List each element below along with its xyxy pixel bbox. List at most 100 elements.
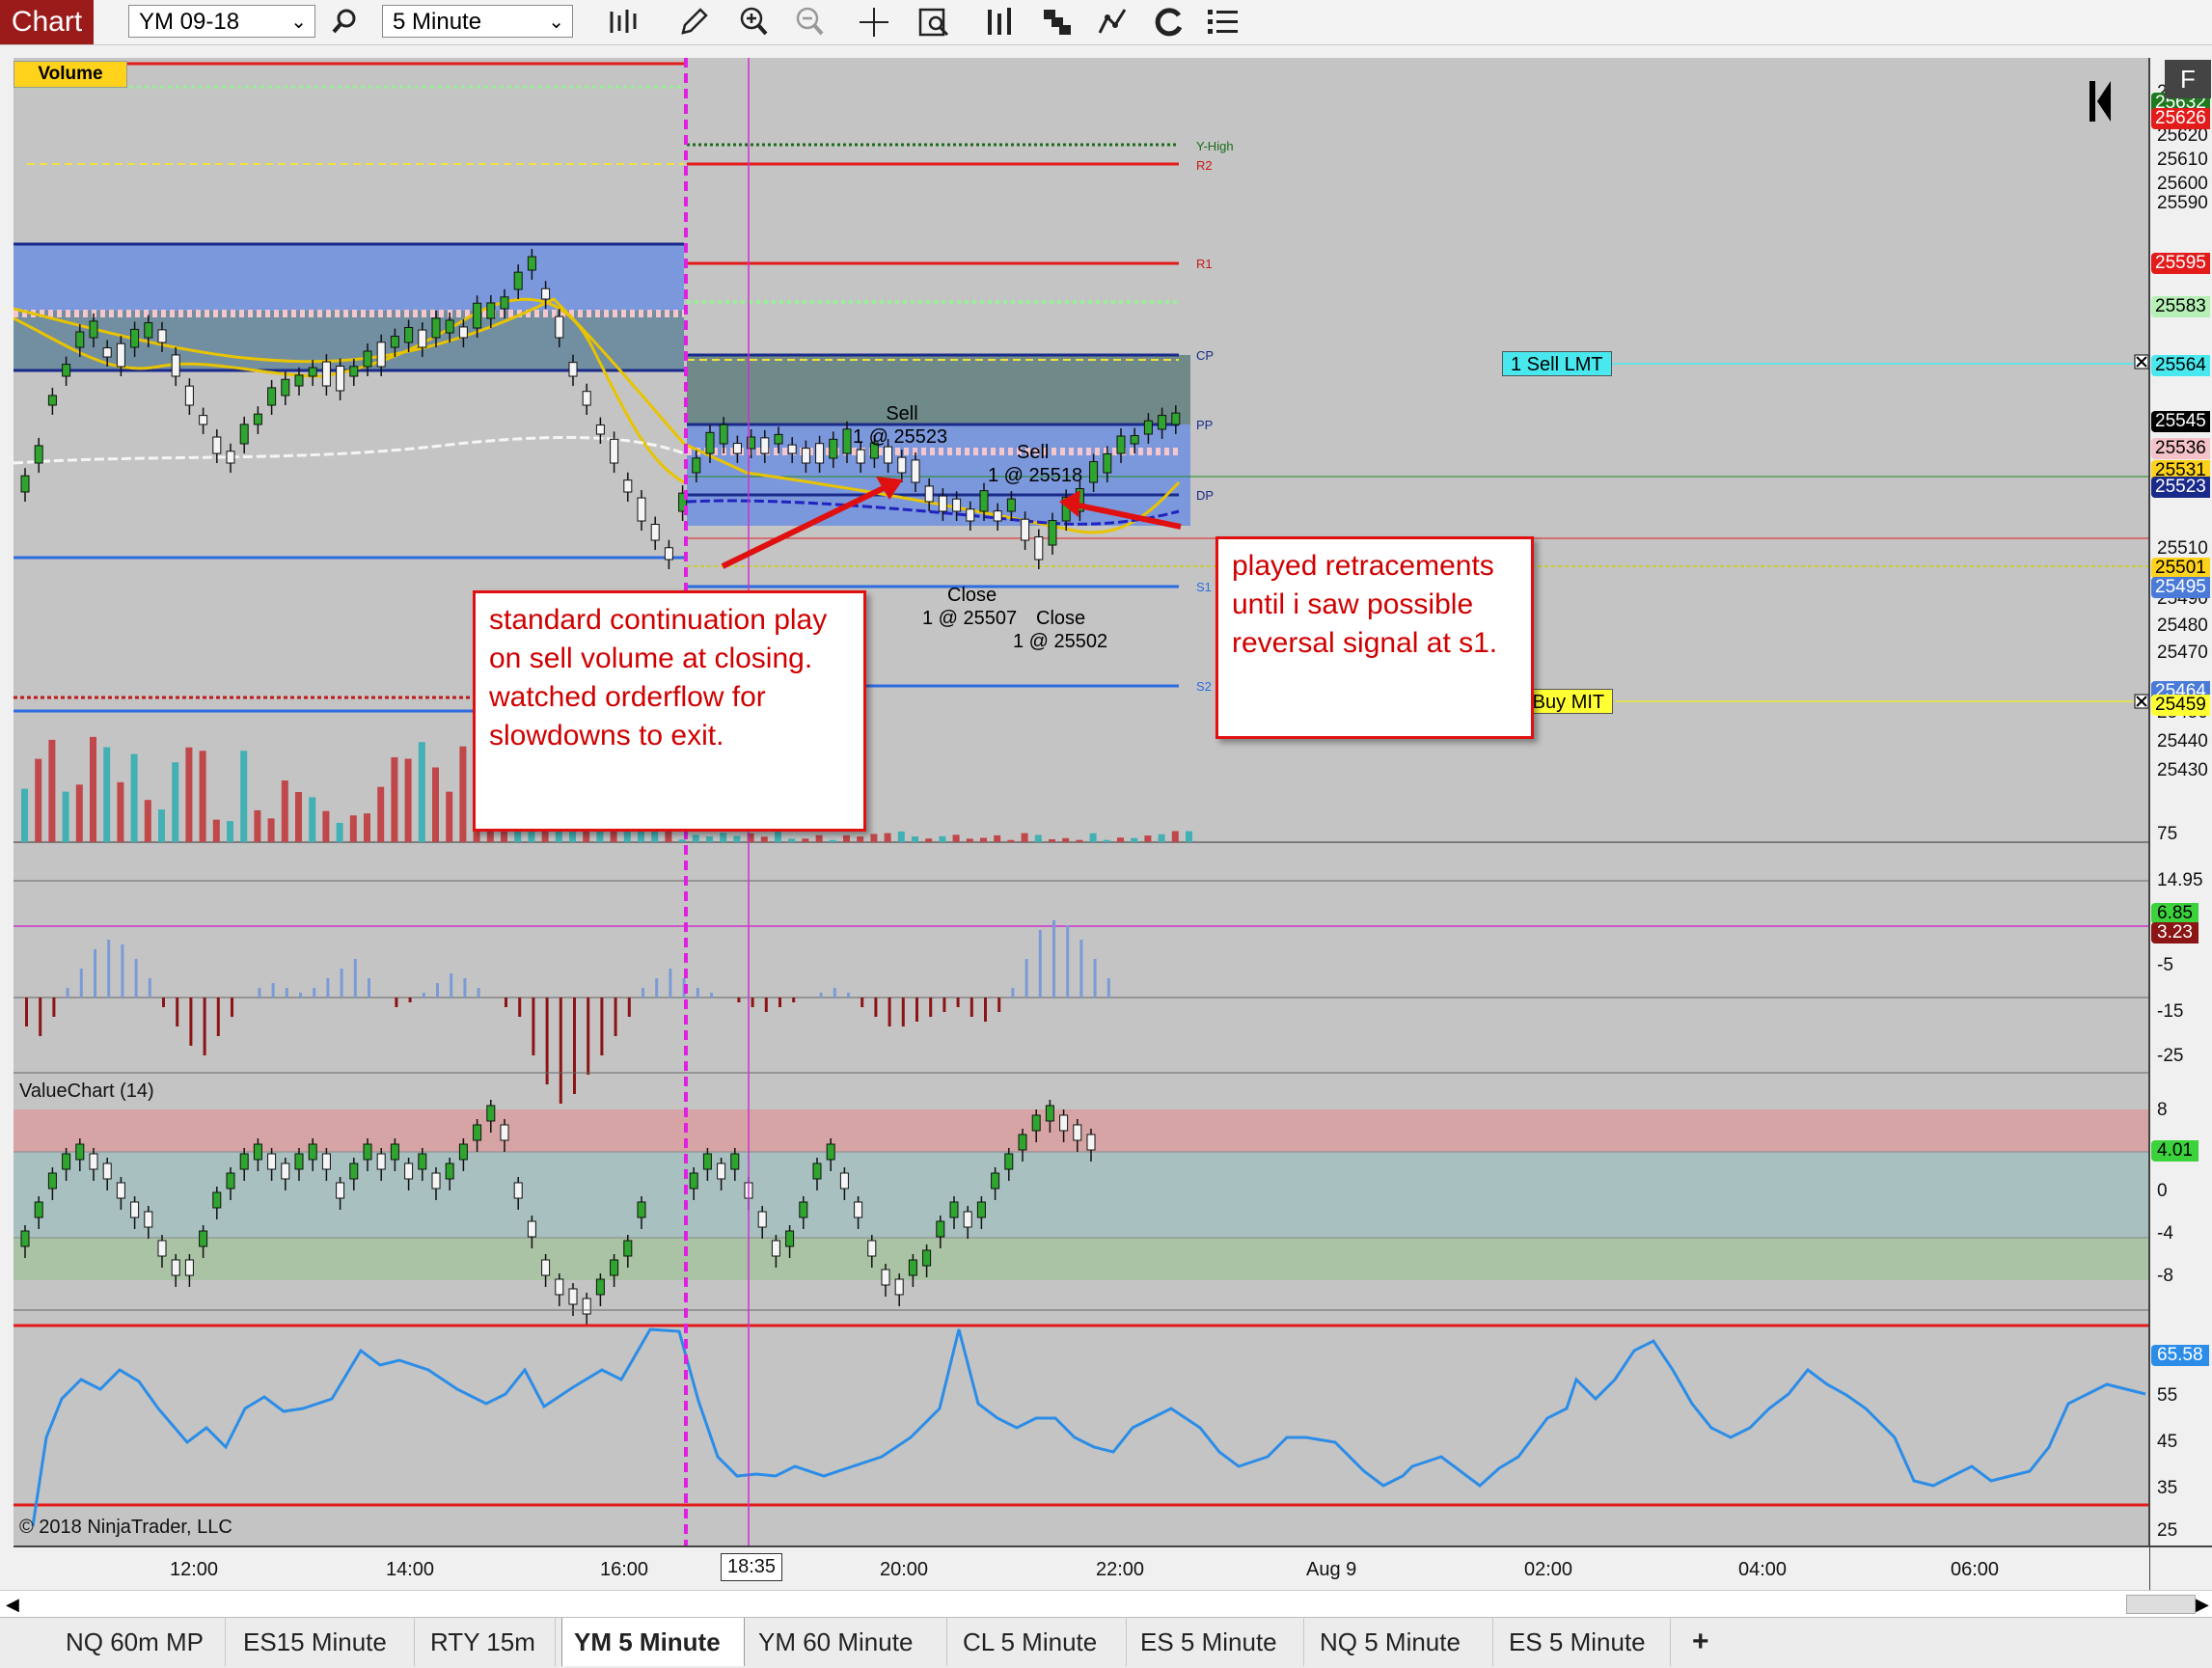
scroll-icon[interactable]: [1038, 4, 1077, 41]
macd-bar: [299, 993, 302, 998]
macd-bar: [94, 949, 96, 998]
chart-tab[interactable]: ES15 Minute: [232, 1618, 415, 1666]
volume-bar: [418, 742, 425, 842]
crosshair-icon[interactable]: [855, 4, 893, 41]
chart-tab-bar: NQ 60m MP ES15 Minute RTY 15m YM 5 Minute YM…: [0, 1617, 2212, 1668]
volume-bar: [377, 786, 385, 842]
macd-bar: [901, 998, 905, 1026]
annotation-continuation-note: standard continuation play on sell volum…: [473, 590, 866, 832]
level-label-cp: CP: [1196, 348, 1215, 363]
volume-bar: [1158, 834, 1165, 842]
macd-bar: [627, 998, 631, 1017]
chart-tab[interactable]: CL 5 Minute: [951, 1618, 1127, 1666]
macd-bar: [422, 993, 425, 998]
chart-tab[interactable]: ES 5 Minute: [1129, 1618, 1304, 1666]
chart-title: Chart: [0, 0, 94, 44]
macd-bar: [313, 988, 316, 998]
time-axis-label: 06:00: [1951, 1559, 2000, 1580]
bars-spacing-icon[interactable]: [980, 4, 1019, 41]
macd-bar: [79, 969, 83, 998]
chart-tab[interactable]: YM 60 Minute: [747, 1618, 947, 1666]
price-axis[interactable]: 2564025620256102560025590255102549025480…: [2149, 58, 2212, 1546]
volume-bar: [336, 822, 343, 842]
pencil-icon[interactable]: [675, 4, 714, 41]
macd-bar: [395, 998, 398, 1007]
scrollbar-thumb[interactable]: [2126, 1595, 2196, 1614]
add-tab-button[interactable]: +: [1680, 1618, 1719, 1666]
macd-bar: [833, 988, 836, 998]
volume-bar: [459, 746, 467, 842]
scroll-right-icon[interactable]: ▶: [2196, 1595, 2209, 1615]
volume-bar: [364, 813, 370, 842]
search-icon[interactable]: [326, 4, 365, 41]
macd-bar: [696, 988, 699, 998]
price-axis-label: 25610: [2157, 150, 2208, 170]
time-axis[interactable]: 12:00 14:00 16:00 20:00 22:00 Aug 9 02:00 04:00…: [14, 1547, 2149, 1596]
strategy-icon[interactable]: [1094, 4, 1133, 41]
macd-bar: [463, 978, 467, 998]
chart-tab[interactable]: NQ 60m MP: [54, 1618, 226, 1666]
volume-bar: [172, 762, 179, 842]
valuechart-axis-label: 0: [2157, 1181, 2168, 1201]
volume-bar: [925, 838, 933, 842]
scroll-left-icon[interactable]: ◀: [6, 1595, 19, 1615]
macd-bar: [929, 998, 933, 1017]
data-box-icon[interactable]: [915, 4, 953, 41]
time-axis-label: 16:00: [600, 1559, 649, 1580]
price-badge: 25583: [2151, 296, 2210, 317]
macd-bar: [1011, 988, 1015, 998]
chart-canvas[interactable]: [14, 58, 2212, 1596]
macd-bar: [1024, 959, 1028, 998]
time-cursor-label: 18:35: [721, 1553, 783, 1581]
macd-bar: [1106, 978, 1110, 998]
rsi-axis-label: 55: [2157, 1385, 2178, 1406]
volume-bar: [1186, 831, 1192, 842]
volume-bar: [404, 758, 412, 842]
trade-detail-sell-1: 1 @ 25523: [853, 426, 948, 448]
macd-bar: [39, 998, 42, 1036]
macd-bar: [408, 998, 412, 1002]
chart-tab[interactable]: ES 5 Minute: [1497, 1618, 1671, 1666]
macd-bar: [860, 998, 864, 1007]
zoom-out-icon[interactable]: [791, 4, 830, 41]
price-axis-label: 25600: [2157, 174, 2208, 194]
sell-limit-order-tag[interactable]: 1 Sell LMT: [1502, 351, 1612, 376]
price-badge: 25536: [2151, 438, 2210, 459]
trade-title-close-2: Close: [1036, 608, 1086, 629]
zoom-in-icon[interactable]: [735, 4, 774, 41]
volume-bar: [227, 821, 233, 842]
chart-tab[interactable]: RTY 15m: [419, 1618, 556, 1666]
macd-bar: [66, 988, 69, 998]
corner-label: F: [2165, 60, 2211, 98]
chart-area[interactable]: Volume ValueChart (14) © 2018 NinjaTrade…: [14, 58, 2212, 1596]
chevron-down-icon: ⌄: [290, 12, 307, 33]
macd-bar: [573, 998, 576, 1094]
chart-tab[interactable]: YM 5 Minute: [561, 1618, 745, 1666]
refresh-icon[interactable]: [1150, 4, 1188, 41]
interval-value: 5 Minute: [393, 9, 482, 35]
macd-bar: [340, 969, 343, 998]
macd-bar: [710, 993, 713, 998]
time-axis-label: 22:00: [1096, 1559, 1145, 1580]
rsi-axis-label: 25: [2157, 1520, 2178, 1541]
volume-bar: [912, 836, 918, 842]
volume-bar: [309, 797, 316, 842]
macd-bar: [1093, 959, 1097, 998]
volume-bar: [48, 739, 56, 842]
properties-icon[interactable]: [1204, 4, 1243, 41]
macd-bar: [326, 978, 330, 998]
chevron-down-icon: ⌄: [548, 12, 564, 33]
instrument-value: YM 09-18: [139, 9, 240, 35]
macd-bar: [915, 998, 918, 1022]
level-label-r1: R1: [1196, 257, 1213, 271]
macd-bar: [587, 998, 590, 1075]
interval-selector[interactable]: 5 Minute ⌄: [382, 5, 573, 38]
level-label-y-high: Y-High: [1196, 139, 1234, 153]
instrument-selector[interactable]: YM 09-18 ⌄: [128, 5, 315, 38]
volume-bar: [158, 809, 165, 842]
bar-type-icon[interactable]: [604, 4, 642, 41]
chart-tab[interactable]: NQ 5 Minute: [1308, 1618, 1493, 1666]
macd-bar: [162, 998, 165, 1007]
macd-bar: [874, 998, 878, 1017]
horizontal-scrollbar[interactable]: ◀ ▶: [0, 1590, 2212, 1618]
